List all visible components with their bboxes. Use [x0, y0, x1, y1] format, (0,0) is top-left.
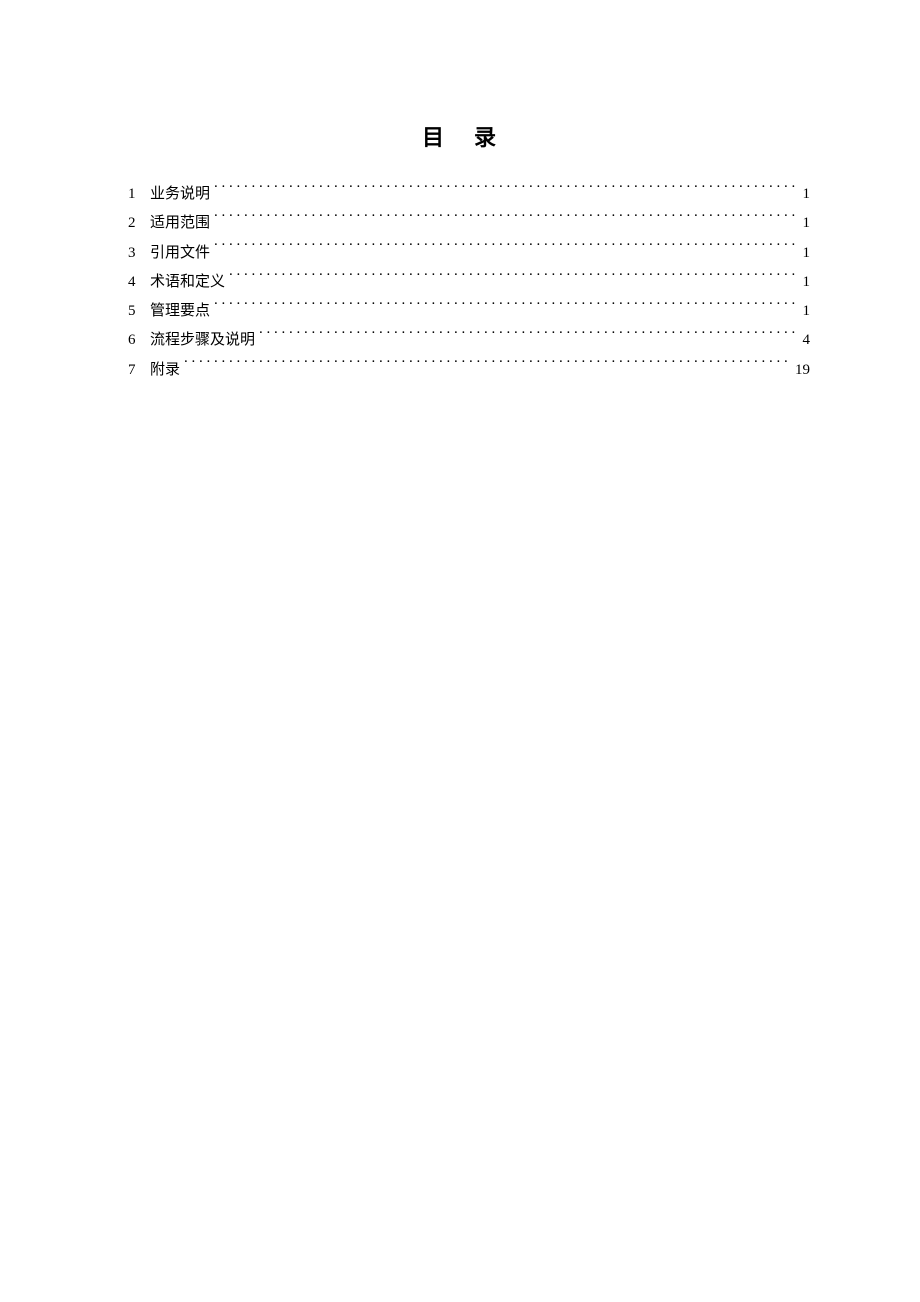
toc-leader-dots — [214, 183, 798, 198]
toc-entry-page: 1 — [799, 297, 811, 326]
toc-entry-page: 1 — [799, 239, 811, 268]
toc-entry-label: 管理要点 — [150, 297, 214, 326]
toc-entry: 1 业务说明 1 — [120, 180, 810, 209]
toc-entry: 3 引用文件 1 — [120, 239, 810, 268]
toc-leader-dots — [259, 329, 798, 344]
toc-entry-label: 引用文件 — [150, 239, 214, 268]
toc-entry-label: 术语和定义 — [150, 268, 229, 297]
toc-entry-number: 1 — [128, 180, 150, 209]
page-title: 目 录 — [120, 120, 810, 152]
toc-entry-number: 6 — [128, 326, 150, 355]
toc-entry-label: 适用范围 — [150, 209, 214, 238]
toc-entry-page: 1 — [799, 209, 811, 238]
toc-entry-page: 1 — [799, 180, 811, 209]
toc-entry-number: 5 — [128, 297, 150, 326]
toc-entry-number: 7 — [128, 356, 150, 385]
toc-entry: 2 适用范围 1 — [120, 209, 810, 238]
toc-leader-dots — [214, 242, 798, 257]
toc-entry: 4 术语和定义 1 — [120, 268, 810, 297]
toc-entry-number: 4 — [128, 268, 150, 297]
table-of-contents: 1 业务说明 1 2 适用范围 1 3 引用文件 1 4 术语和定义 1 5 管… — [120, 180, 810, 385]
toc-entry-page: 1 — [799, 268, 811, 297]
toc-leader-dots — [184, 359, 791, 374]
toc-entry-page: 4 — [799, 326, 811, 355]
toc-entry-page: 19 — [791, 356, 810, 385]
toc-leader-dots — [214, 300, 798, 315]
toc-entry: 6 流程步骤及说明 4 — [120, 326, 810, 355]
toc-entry-number: 2 — [128, 209, 150, 238]
toc-entry-label: 业务说明 — [150, 180, 214, 209]
toc-entry: 7 附录 19 — [120, 356, 810, 385]
toc-leader-dots — [214, 212, 798, 227]
toc-entry-number: 3 — [128, 239, 150, 268]
toc-entry-label: 流程步骤及说明 — [150, 326, 259, 355]
toc-entry: 5 管理要点 1 — [120, 297, 810, 326]
toc-entry-label: 附录 — [150, 356, 184, 385]
toc-leader-dots — [229, 271, 798, 286]
